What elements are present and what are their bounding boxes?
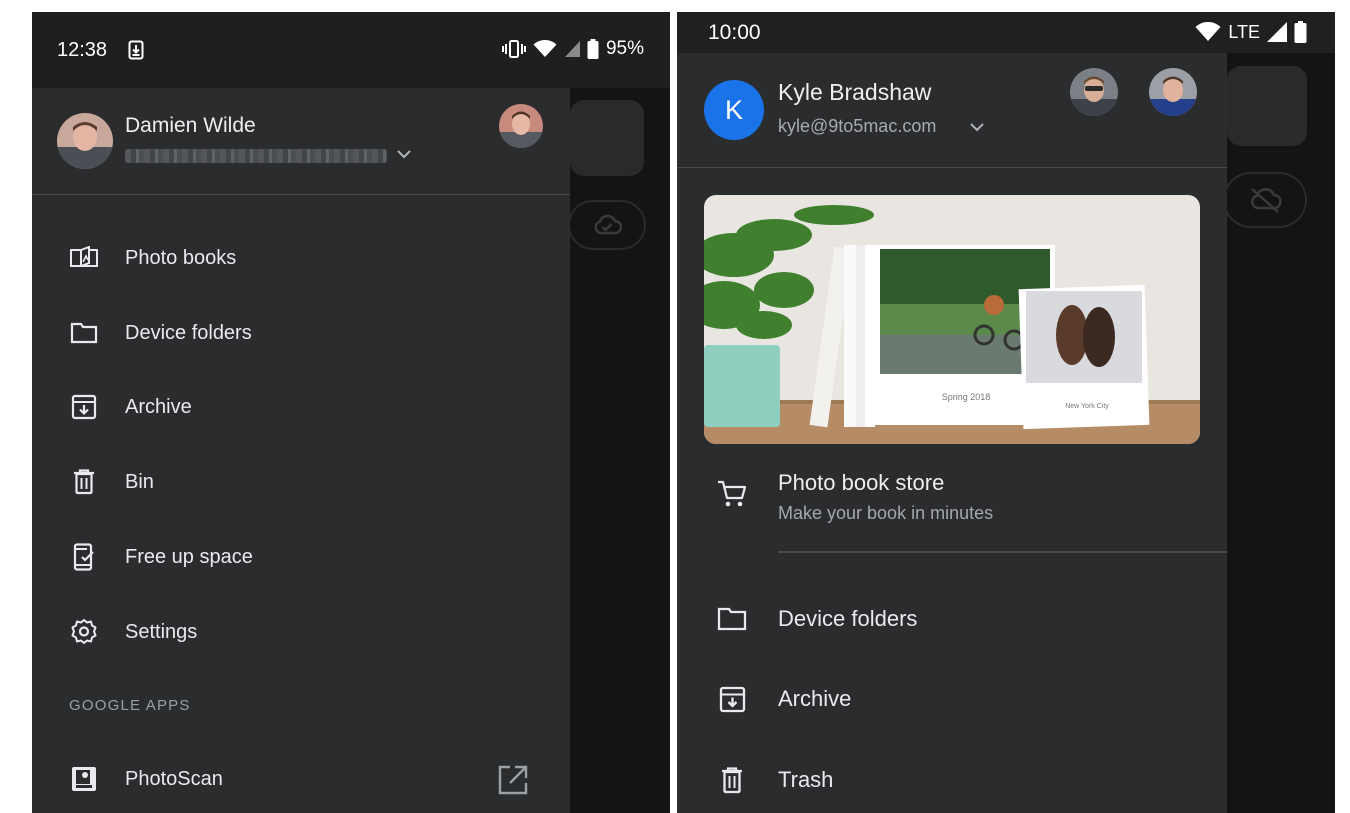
store-title: Photo book store xyxy=(778,470,945,495)
chevron-down-icon[interactable] xyxy=(969,119,985,140)
menu-item-label: Trash xyxy=(778,767,834,792)
open-external-icon[interactable] xyxy=(497,764,529,801)
photo-book-promo-image[interactable]: Spring 2018 New York City xyxy=(704,195,1200,444)
book-label-spring: Spring 2018 xyxy=(942,392,991,402)
battery-icon xyxy=(1294,21,1307,43)
menu-item-photo-books[interactable]: Photo books xyxy=(32,228,570,288)
navigation-drawer: Damien Wilde Photo books Device folders … xyxy=(32,88,570,813)
folder-icon xyxy=(69,318,99,348)
photo-book-store-item[interactable] xyxy=(677,453,1227,543)
menu-item-label: Photo books xyxy=(125,246,237,269)
account-header[interactable]: K Kyle Bradshaw kyle@9to5mac.com xyxy=(677,53,1227,168)
book-label-nyc: New York City xyxy=(1065,403,1109,410)
vibrate-icon xyxy=(501,40,526,58)
store-subtitle: Make your book in minutes xyxy=(778,503,994,523)
account-avatar[interactable] xyxy=(57,113,113,169)
navigation-drawer: K Kyle Bradshaw kyle@9to5mac.com Spring … xyxy=(677,53,1227,813)
signal-icon xyxy=(564,40,580,58)
folder-icon xyxy=(717,604,747,634)
menu-item-device-folders[interactable]: Device folders xyxy=(32,303,570,363)
battery-icon xyxy=(587,39,599,59)
background-search-card xyxy=(570,100,644,176)
secondary-account-avatar[interactable] xyxy=(1070,68,1118,116)
menu-item-archive[interactable]: Archive xyxy=(677,669,1227,729)
secondary-account-avatar[interactable] xyxy=(499,104,543,148)
menu-item-trash[interactable]: Trash xyxy=(677,750,1227,810)
account-avatar[interactable]: K xyxy=(704,80,764,140)
menu-item-label: Archive xyxy=(125,395,192,418)
photoscan-icon xyxy=(69,764,99,794)
status-bar: 12:38 95% xyxy=(32,12,670,88)
background-backup-pill xyxy=(568,200,646,250)
trash-icon xyxy=(717,765,747,795)
menu-item-settings[interactable]: Settings xyxy=(32,602,570,662)
battery-percent: 95% xyxy=(605,38,644,59)
status-time: 12:38 xyxy=(57,39,108,61)
wifi-icon xyxy=(1195,22,1221,42)
cart-icon xyxy=(717,479,747,514)
status-bar: 10:00 LTE xyxy=(677,12,1335,53)
status-time: 10:00 xyxy=(708,21,761,44)
account-name: Damien Wilde xyxy=(125,114,256,137)
background-backup-pill xyxy=(1223,172,1307,228)
chevron-down-icon[interactable] xyxy=(396,146,412,167)
account-email-redacted xyxy=(125,149,387,163)
status-icons: 95% xyxy=(501,38,644,60)
menu-item-free-up-space[interactable]: Free up space xyxy=(32,527,570,587)
menu-item-bin[interactable]: Bin xyxy=(32,452,570,512)
archive-icon xyxy=(717,684,747,714)
archive-icon xyxy=(69,392,99,422)
network-type: LTE xyxy=(1228,21,1260,42)
background-search-card xyxy=(1227,66,1307,146)
menu-item-label: Device folders xyxy=(125,321,252,344)
menu-item-archive[interactable]: Archive xyxy=(32,377,570,437)
trash-icon xyxy=(69,467,99,497)
free-space-icon xyxy=(69,542,99,572)
divider xyxy=(778,551,1227,553)
signal-icon xyxy=(1267,22,1287,42)
menu-item-label: PhotoScan xyxy=(125,767,223,790)
wifi-icon xyxy=(533,40,557,58)
tertiary-account-avatar[interactable] xyxy=(1149,68,1197,116)
menu-item-label: Device folders xyxy=(778,606,918,631)
menu-item-photoscan[interactable]: PhotoScan xyxy=(32,749,570,809)
gear-icon xyxy=(69,617,99,647)
background-content-scrim[interactable] xyxy=(568,88,670,813)
menu-item-label: Bin xyxy=(125,470,154,493)
section-header-google-apps: GOOGLE APPS xyxy=(69,697,191,714)
menu-item-label: Archive xyxy=(778,686,852,711)
photo-book-icon xyxy=(69,243,99,273)
account-email: kyle@9to5mac.com xyxy=(778,116,937,136)
menu-item-label: Free up space xyxy=(125,545,253,568)
menu-item-device-folders[interactable]: Device folders xyxy=(677,589,1227,649)
download-notification-icon xyxy=(128,40,144,60)
left-phone-screen: 12:38 95% Damien Wilde Photo books Devic… xyxy=(32,12,670,813)
account-name: Kyle Bradshaw xyxy=(778,79,932,105)
status-icons: LTE xyxy=(1195,21,1307,43)
menu-item-label: Settings xyxy=(125,620,198,643)
account-header[interactable]: Damien Wilde xyxy=(32,88,570,195)
background-content-scrim[interactable] xyxy=(1223,53,1335,813)
right-phone-screen: 10:00 LTE K Kyle Bradshaw kyle@9to5mac.c… xyxy=(677,12,1335,813)
